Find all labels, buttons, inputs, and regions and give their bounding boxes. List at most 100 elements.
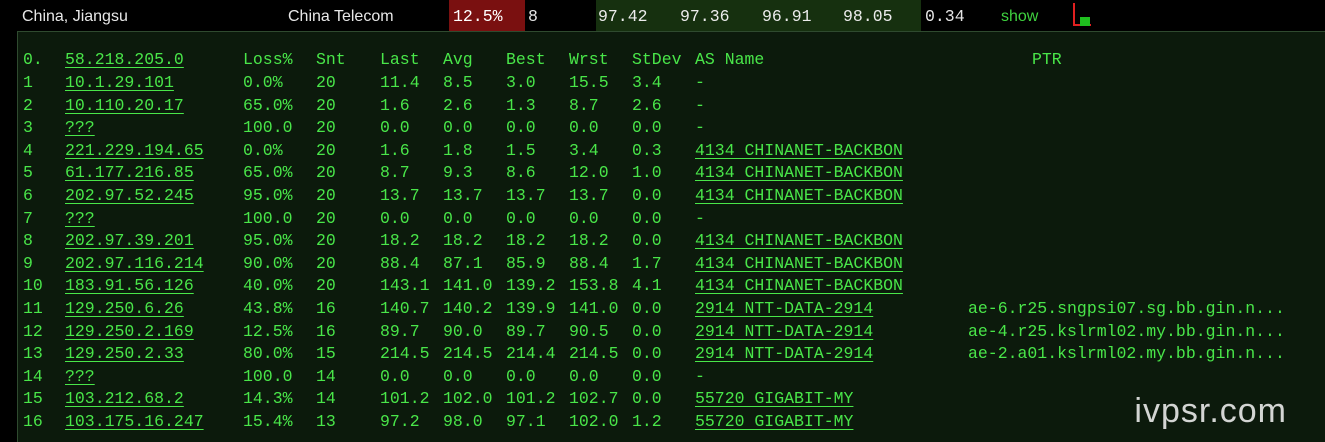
hop-avg: 98.0 [443, 412, 483, 431]
isp-label: China Telecom [288, 8, 394, 25]
hop-best: 139.9 [506, 299, 556, 318]
hop-last: 1.6 [380, 140, 410, 160]
hop-as[interactable]: 4134 CHINANET-BACKBON [695, 275, 903, 297]
hop-avg: 2.6 [443, 95, 473, 115]
hop-snt: 20 [316, 231, 336, 251]
hop-wrst: 153.8 [569, 276, 619, 296]
hop-as[interactable]: 4134 CHINANET-BACKBON [695, 140, 903, 162]
hop-avg: 0.0 [443, 118, 473, 138]
hop-ptr: ae-2.a01.kslrml02.my.bb.gin.n... [968, 344, 1285, 364]
hop-wrst: 8.7 [569, 95, 599, 115]
hop-snt: 20 [316, 276, 336, 296]
hop-idx: 2 [23, 95, 33, 115]
hop-last: 1.6 [380, 95, 410, 115]
hop-host[interactable]: ??? [65, 208, 95, 230]
hop-host[interactable]: 221.229.194.65 [65, 140, 204, 162]
hop-host[interactable]: 103.212.68.2 [65, 388, 184, 410]
hop-loss: 15.4% [243, 412, 293, 431]
hop-last: 0.0 [380, 118, 410, 138]
hop-as[interactable]: 55720 GIGABIT-MY [695, 388, 853, 410]
hop-last: 101.2 [380, 389, 430, 409]
hop-last: 88.4 [380, 253, 420, 273]
hop-best: 3.0 [506, 73, 536, 92]
latency-graph-icon [1073, 3, 1091, 26]
hop-host[interactable]: 183.91.56.126 [65, 275, 194, 297]
hop-last: 140.7 [380, 299, 430, 318]
hop-idx: 13 [23, 344, 43, 364]
hop-host[interactable]: 202.97.39.201 [65, 230, 194, 252]
col-idx: 0. [23, 50, 43, 69]
hop-as[interactable]: 4134 CHINANET-BACKBON [695, 162, 903, 184]
hop-avg: 1.8 [443, 140, 473, 160]
hop-snt: 20 [316, 118, 336, 138]
hop-host[interactable]: 61.177.216.85 [65, 162, 194, 184]
hop-idx: 6 [23, 186, 33, 205]
hop-host[interactable]: 129.250.6.26 [65, 298, 184, 320]
hop-as[interactable]: 2914 NTT-DATA-2914 [695, 321, 873, 343]
hop-stdev: 0.0 [632, 366, 662, 386]
hop-ptr: ae-6.r25.sngpsi07.sg.bb.gin.n... [968, 299, 1285, 318]
hop-stdev: 0.0 [632, 118, 662, 138]
hop-host[interactable]: 202.97.52.245 [65, 185, 194, 207]
hop-host[interactable]: 129.250.2.169 [65, 321, 194, 343]
hop-last: 143.1 [380, 276, 430, 296]
hop-as: - [695, 73, 705, 92]
hop-avg: 9.3 [443, 163, 473, 183]
hop-snt: 14 [316, 366, 336, 386]
hop-snt: 20 [316, 140, 336, 160]
hop-loss: 80.0% [243, 344, 293, 364]
traceroute-panel: 0. 58.218.205.0 Loss% Snt Last Avg Best … [17, 31, 1325, 442]
summary-sent: 8 [528, 7, 538, 26]
hop-host[interactable]: ??? [65, 366, 95, 388]
hop-host[interactable]: 10.110.20.17 [65, 95, 184, 117]
show-link[interactable]: show [1001, 0, 1038, 31]
hop-idx: 4 [23, 140, 33, 160]
hop-as[interactable]: 2914 NTT-DATA-2914 [695, 298, 873, 320]
hop-avg: 90.0 [443, 321, 483, 341]
col-target-host[interactable]: 58.218.205.0 [65, 49, 184, 71]
summary-loss: 12.5% [449, 0, 525, 31]
hop-stdev: 0.3 [632, 140, 662, 160]
hop-wrst: 13.7 [569, 186, 609, 205]
hop-host[interactable]: 129.250.2.33 [65, 343, 184, 365]
hop-snt: 13 [316, 412, 336, 431]
hop-as[interactable]: 55720 GIGABIT-MY [695, 411, 853, 433]
hop-as[interactable]: 4134 CHINANET-BACKBON [695, 230, 903, 252]
hop-last: 0.0 [380, 208, 410, 228]
summary-worst: 98.05 [843, 0, 893, 31]
hop-host[interactable]: ??? [65, 117, 95, 139]
hop-last: 13.7 [380, 186, 420, 205]
hop-idx: 1 [23, 73, 33, 92]
hop-stdev: 2.6 [632, 95, 662, 115]
hop-last: 18.2 [380, 231, 420, 251]
hop-host[interactable]: 103.175.16.247 [65, 411, 204, 433]
hop-wrst: 18.2 [569, 231, 609, 251]
hop-snt: 14 [316, 389, 336, 409]
summary-last: 97.42 [598, 0, 648, 31]
hop-idx: 5 [23, 163, 33, 183]
hop-avg: 140.2 [443, 299, 493, 318]
hop-last: 97.2 [380, 412, 420, 431]
hop-snt: 16 [316, 299, 336, 318]
hop-host[interactable]: 202.97.116.214 [65, 253, 204, 275]
col-stdev: StDev [632, 50, 682, 69]
hop-stdev: 1.0 [632, 163, 662, 183]
hop-host[interactable]: 10.1.29.101 [65, 72, 174, 94]
hop-as[interactable]: 4134 CHINANET-BACKBON [695, 253, 903, 275]
hop-best: 85.9 [506, 253, 546, 273]
hop-as[interactable]: 4134 CHINANET-BACKBON [695, 185, 903, 207]
hop-wrst: 3.4 [569, 140, 599, 160]
hop-wrst: 15.5 [569, 73, 609, 92]
hop-idx: 16 [23, 412, 43, 431]
hop-wrst: 102.0 [569, 412, 619, 431]
hop-wrst: 0.0 [569, 366, 599, 386]
hop-as: - [695, 366, 705, 386]
hop-idx: 11 [23, 299, 43, 318]
hop-wrst: 12.0 [569, 163, 609, 183]
hop-as[interactable]: 2914 NTT-DATA-2914 [695, 343, 873, 365]
hop-stdev: 0.0 [632, 186, 662, 205]
hop-wrst: 214.5 [569, 344, 619, 364]
hop-snt: 15 [316, 344, 336, 364]
hop-best: 101.2 [506, 389, 556, 409]
hop-best: 214.4 [506, 344, 556, 364]
